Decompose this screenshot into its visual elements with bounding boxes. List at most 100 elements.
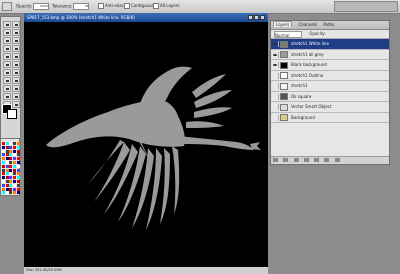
color-swatch[interactable] <box>2 168 5 172</box>
color-swatch[interactable] <box>16 153 20 157</box>
close-icon[interactable] <box>260 15 265 20</box>
color-swatch[interactable] <box>2 191 5 195</box>
color-swatch[interactable] <box>13 149 17 153</box>
color-swatch[interactable] <box>2 187 5 191</box>
color-swatch[interactable] <box>9 176 13 180</box>
crop-tool-icon[interactable] <box>3 37 11 44</box>
tab-paths[interactable]: Paths <box>323 22 334 27</box>
color-swatch[interactable] <box>13 183 17 187</box>
new-layer-icon[interactable] <box>324 158 330 162</box>
link-layers-icon[interactable] <box>273 158 278 162</box>
color-swatch[interactable] <box>9 164 13 168</box>
color-swatch[interactable] <box>5 187 9 191</box>
layer-mask-icon[interactable] <box>293 158 299 162</box>
color-swatch[interactable] <box>5 142 9 145</box>
all-layers-option[interactable]: All Layers <box>153 3 179 9</box>
tab-layers[interactable]: Layers <box>273 21 293 27</box>
eye-icon[interactable] <box>272 72 279 79</box>
color-swatch[interactable] <box>16 172 20 176</box>
eye-icon[interactable] <box>272 104 279 110</box>
layer-row[interactable]: Black background <box>271 60 389 71</box>
color-swatch[interactable] <box>13 145 17 149</box>
color-swatch[interactable] <box>9 142 13 145</box>
color-swatch[interactable] <box>2 157 5 161</box>
color-swatch[interactable] <box>2 153 5 157</box>
eye-icon[interactable] <box>272 51 279 58</box>
type-tool-icon[interactable] <box>12 77 20 84</box>
color-swatch[interactable] <box>5 191 9 195</box>
color-swatch[interactable] <box>13 153 17 157</box>
color-swatch[interactable] <box>2 183 5 187</box>
color-swatch[interactable] <box>5 176 9 180</box>
brush-tool-icon[interactable] <box>12 45 20 52</box>
color-swatch[interactable] <box>16 168 20 172</box>
color-swatch[interactable] <box>9 161 13 164</box>
minimize-icon[interactable] <box>248 15 253 20</box>
color-swatch[interactable] <box>16 191 20 195</box>
color-swatch[interactable] <box>13 187 17 191</box>
tolerance-option[interactable]: Tolerance: 32 <box>52 3 90 10</box>
color-swatch[interactable] <box>16 157 20 161</box>
eye-icon[interactable] <box>272 93 279 100</box>
marquee-tool-icon[interactable] <box>12 21 20 28</box>
color-swatch[interactable] <box>5 153 9 157</box>
color-swatch[interactable] <box>16 176 20 180</box>
color-swatch[interactable] <box>9 157 13 161</box>
tool-preset-icon[interactable] <box>2 2 12 11</box>
color-swatch[interactable] <box>13 168 17 172</box>
zoom-tool-icon[interactable] <box>12 101 20 108</box>
eye-icon[interactable] <box>272 62 279 68</box>
color-swatch[interactable] <box>2 164 5 168</box>
pen-tool-icon[interactable] <box>3 85 11 92</box>
color-swatch[interactable] <box>5 164 9 168</box>
healing-tool-icon[interactable] <box>3 45 11 52</box>
eye-icon[interactable] <box>272 41 279 47</box>
color-swatch[interactable] <box>5 183 9 187</box>
contiguous-checkbox[interactable] <box>124 3 130 9</box>
tolerance-input[interactable]: 32 <box>73 3 90 10</box>
eraser-tool-icon[interactable] <box>3 61 11 68</box>
color-swatch[interactable] <box>16 164 20 168</box>
all-layers-checkbox[interactable] <box>153 3 159 9</box>
slice-tool-icon[interactable] <box>12 37 20 44</box>
eye-icon[interactable] <box>272 83 279 89</box>
blur-tool-icon[interactable] <box>3 69 11 76</box>
opacity-input[interactable]: 100% <box>33 3 50 10</box>
color-swatch[interactable] <box>9 187 13 191</box>
color-swatch[interactable] <box>5 157 9 161</box>
color-swatch[interactable] <box>9 168 13 172</box>
layer-row[interactable]: Vector Smart Object <box>271 102 389 113</box>
layer-style-icon[interactable] <box>283 158 289 162</box>
notes-tool-icon[interactable] <box>3 93 11 100</box>
color-swatch[interactable] <box>2 180 5 183</box>
gradient-tool-icon[interactable] <box>12 61 20 68</box>
color-swatch[interactable] <box>13 172 17 176</box>
color-swatch[interactable] <box>16 145 20 149</box>
color-swatch[interactable] <box>13 164 17 168</box>
color-swatch[interactable] <box>5 149 9 153</box>
lasso-tool-icon[interactable] <box>3 29 11 36</box>
shape-tool-icon[interactable] <box>12 85 20 92</box>
color-swatch[interactable] <box>2 149 5 153</box>
color-swatch[interactable] <box>5 180 9 183</box>
opacity-option[interactable]: Opacity: 100% <box>16 3 50 10</box>
history-brush-tool-icon[interactable] <box>12 53 20 60</box>
color-swatch[interactable] <box>2 161 5 164</box>
adjustment-layer-icon[interactable] <box>303 158 309 162</box>
color-swatch[interactable] <box>13 191 17 195</box>
document-title-bar[interactable]: SP817_153.bmp @ 300% (stretch1 White lin… <box>24 13 268 22</box>
color-swatch[interactable] <box>16 142 20 145</box>
color-swatch[interactable] <box>13 161 17 164</box>
layer-row[interactable]: Dk square <box>271 92 389 102</box>
tab-channels[interactable]: Channels <box>299 22 318 27</box>
palette-well[interactable] <box>334 1 398 12</box>
background-color-swatch[interactable] <box>7 109 17 119</box>
color-swatch[interactable] <box>5 145 9 149</box>
blend-mode-select[interactable]: Normal <box>274 30 302 38</box>
antialias-option[interactable]: Anti-alias <box>98 3 124 9</box>
stamp-tool-icon[interactable] <box>3 53 11 60</box>
maximize-icon[interactable] <box>254 15 259 20</box>
magic-wand-tool-icon[interactable] <box>12 29 20 36</box>
color-swatch[interactable] <box>2 172 5 176</box>
color-swatch[interactable] <box>9 180 13 183</box>
